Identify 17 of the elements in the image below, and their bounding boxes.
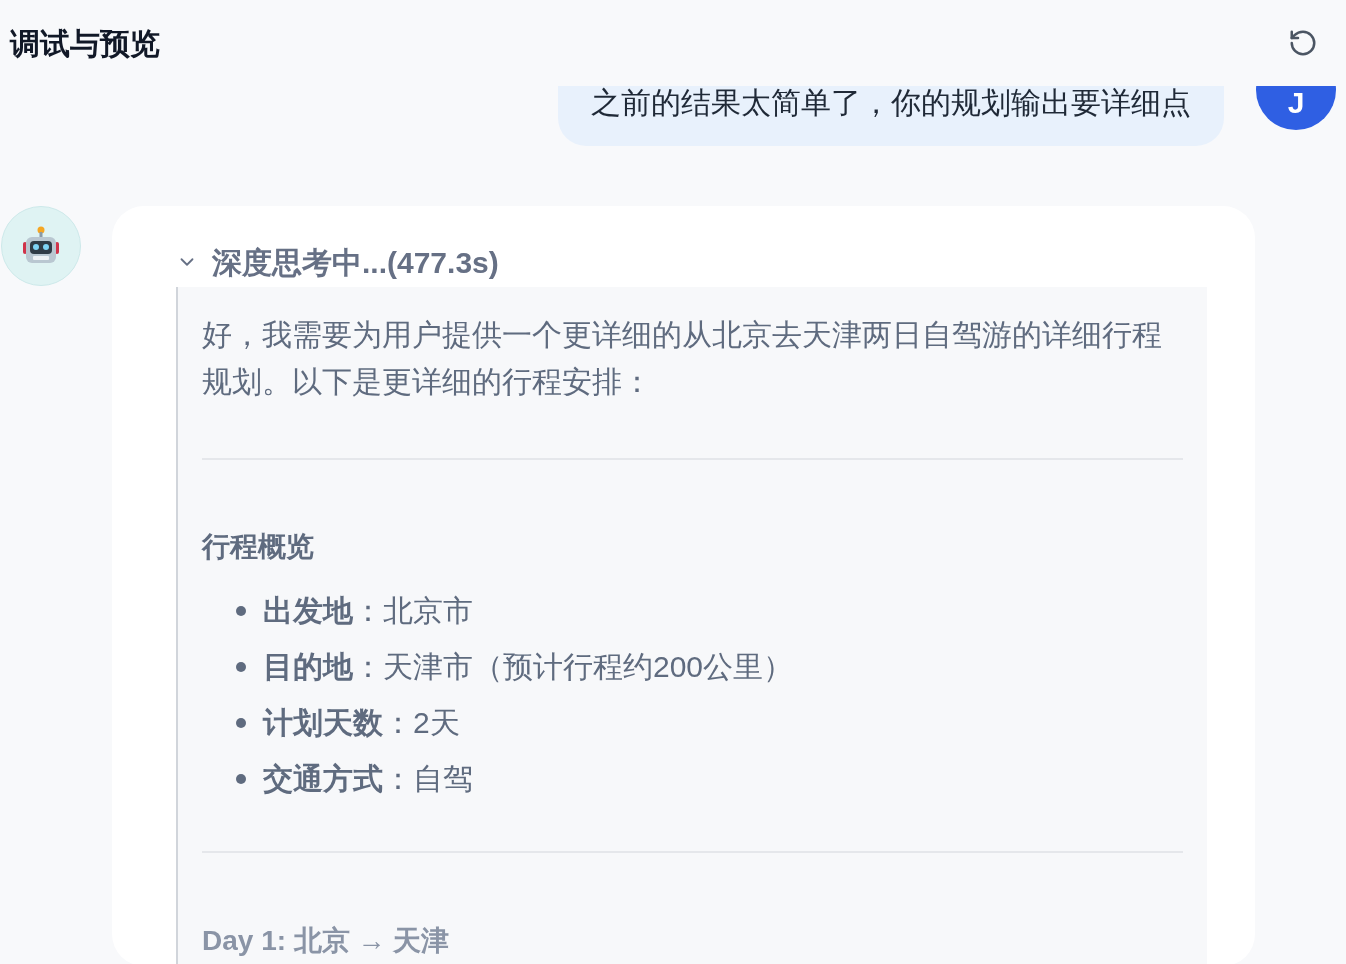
robot-icon — [22, 226, 60, 266]
list-item-text: 交通方式：自驾 — [263, 761, 473, 797]
list-item-text: 目的地：天津市（预计行程约200公里） — [263, 649, 794, 685]
thinking-paragraph: 好，我需要为用户提供一个更详细的从北京去天津两日自驾游的详细行程规划。以下是更详细的行程安排： — [202, 317, 1163, 400]
bullet-icon — [236, 662, 246, 672]
section-heading: 行程概览 — [202, 530, 315, 564]
thinking-toggle[interactable]: 深度思考中...(477.3s) — [176, 242, 499, 282]
bullet-icon — [236, 606, 246, 616]
bullet-icon — [236, 774, 246, 784]
user-avatar: J — [1256, 86, 1336, 130]
refresh-icon — [1288, 28, 1318, 58]
list-item-text: 出发地：北京市 — [263, 593, 473, 629]
bullet-icon — [236, 718, 246, 728]
list-item-text: 计划天数：2天 — [263, 705, 460, 741]
user-message-bubble: 之前的结果太简单了，你的规划输出要详细点 — [558, 86, 1224, 146]
page-title: 调试与预览 — [10, 25, 160, 62]
section-heading: Day 1: 北京 → 天津 — [202, 924, 451, 958]
